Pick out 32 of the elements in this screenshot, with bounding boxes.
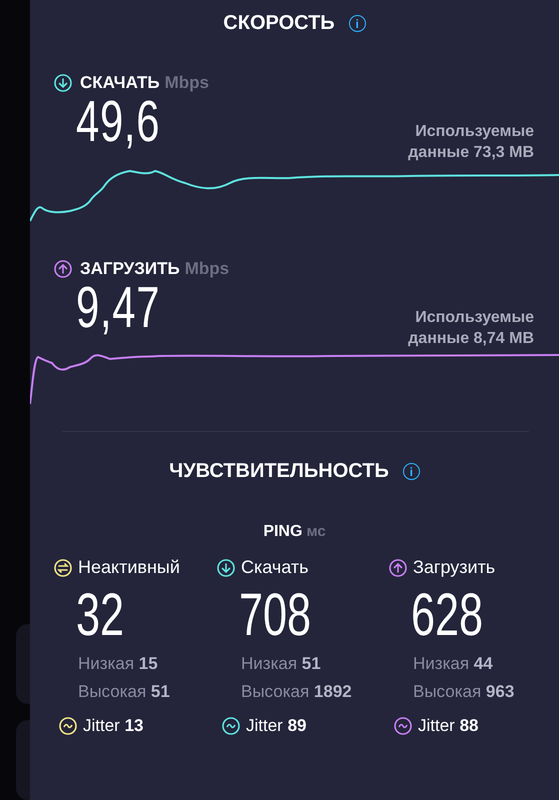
- speed-value: 49,6: [76, 93, 160, 151]
- low-ping-text: Низкая 15: [78, 654, 158, 674]
- unit-label: Mbps: [164, 73, 210, 93]
- low-ping-text: Низкая 44: [413, 654, 493, 674]
- section-title: ЧУВСТВИТЕЛЬНОСТЬ: [169, 460, 389, 483]
- info-icon[interactable]: i: [348, 15, 366, 32]
- ping-label: PING: [263, 523, 302, 541]
- unit-label: мс: [306, 523, 326, 540]
- speed-value: 9,47: [76, 279, 160, 337]
- ping-type-label: Загрузить: [413, 557, 496, 578]
- info-icon[interactable]: i: [402, 463, 420, 480]
- unit-label: Mbps: [184, 259, 230, 279]
- wave-icon: [394, 717, 412, 735]
- jitter-text: Jitter 13: [83, 716, 144, 736]
- ping-value: 708: [239, 584, 312, 646]
- wave-icon: [59, 717, 77, 735]
- section-title: СКОРОСТЬ: [223, 12, 335, 35]
- wave-icon: [222, 717, 240, 735]
- data-used-text: Используемые данные 73,3 MB: [407, 122, 534, 163]
- ping-type-label: Неактивный: [78, 557, 180, 578]
- test-label: СКАЧАТЬ: [80, 73, 160, 93]
- high-ping-text: Высокая 51: [78, 682, 170, 702]
- jitter-text: Jitter 89: [246, 716, 306, 736]
- test-label: ЗАГРУЗИТЬ: [80, 259, 180, 279]
- low-ping-text: Низкая 51: [241, 654, 321, 674]
- high-ping-text: Высокая 1892: [241, 682, 352, 702]
- data-used-text: Используемые данные 8,74 MB: [407, 308, 534, 349]
- ping-value: 628: [411, 584, 484, 646]
- high-ping-text: Высокая 963: [413, 682, 514, 702]
- ping-value: 32: [76, 584, 124, 646]
- ping-type-label: Скачать: [241, 557, 308, 578]
- jitter-text: Jitter 88: [418, 716, 478, 736]
